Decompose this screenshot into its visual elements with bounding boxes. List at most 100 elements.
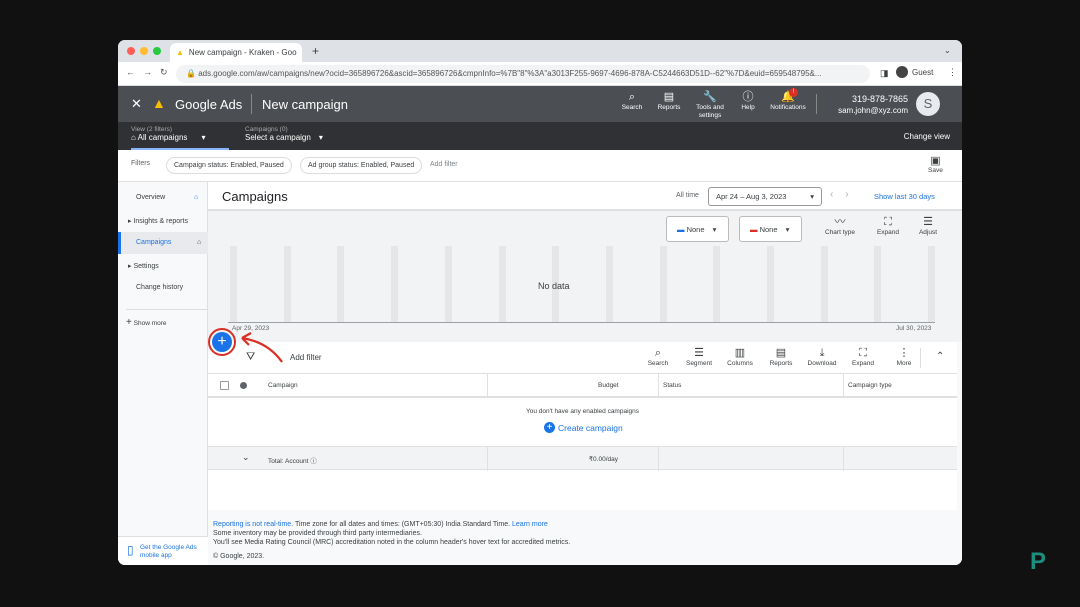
browser-menu-icon[interactable]: ⋮ [948,67,957,78]
save-button[interactable]: ▣ Save [928,154,943,174]
help-button[interactable]: ⓘ Help [728,90,768,112]
avatar[interactable]: S [916,92,940,116]
column-header-campaign[interactable]: Campaign [268,382,298,389]
table-toolbar: ⛛ Add filter ⌕ Search ☰ Segment ▥ Columns ▤ Rep… [208,342,957,374]
table-search-button[interactable]: ⌕ Search [638,346,678,367]
expand-chevron-icon[interactable]: ⌄ [242,452,250,463]
search-button[interactable]: ⌕ Search [612,90,652,112]
tools-settings-button[interactable]: 🔧 Tools and settings [690,90,730,120]
change-view-button[interactable]: Change view [904,132,950,141]
address-bar-row: ←→↻ 🔒 ads.google.com/aw/campaigns/new?oc… [118,62,962,86]
sidebar-item-insights[interactable]: ▸ Insights & reports [118,210,208,232]
dropdown-icon: ▾ [201,133,206,142]
sidebar-toggle-icon[interactable]: ◨ [880,68,889,79]
notifications-button[interactable]: 🔔 Notifications [767,90,809,112]
maximize-window-button[interactable] [153,47,161,55]
notification-badge: ! [789,88,798,97]
chart-type-button[interactable]: 〰 Chart type [820,215,860,236]
column-header-campaign-type[interactable]: Campaign type [848,382,892,389]
chart-gridbar [498,246,506,322]
campaigns-header: Campaigns All time Apr 24 – Aug 3, 2023 ▾… [208,182,962,211]
show-last-30-days-button[interactable]: Show last 30 days [874,192,935,201]
new-campaign-fab[interactable]: + [212,332,232,352]
account-info[interactable]: 319-878-7865 sam.john@xyz.com [818,94,908,116]
tool-label: Columns [727,360,753,367]
nav-buttons[interactable]: ←→↻ [126,67,176,78]
browser-window: ▲ New campaign - Kraken - Goo ✕ + ⌄ ←→↻ … [118,40,962,565]
google-ads-logo-icon: ▲ [152,95,166,111]
sidebar-item-overview[interactable]: Overview ⌂ [118,187,208,209]
expand-icon: ⛶ [884,216,892,228]
chart-gridbar [874,246,882,322]
date-nav-arrows[interactable]: ‹› [830,189,861,200]
chart-gridbar [928,246,936,322]
account-phone: 319-878-7865 [851,94,908,104]
all-time-label: All time [676,192,699,199]
annotation-arrow-icon [241,332,283,363]
view-selector[interactable]: View (2 filters) ⌂ All campaigns ▾ [131,126,221,142]
columns-icon: ▥ [734,347,746,359]
browser-tab[interactable]: ▲ New campaign - Kraken - Goo ✕ [170,43,302,62]
add-filter-button[interactable]: Add filter [430,161,458,168]
select-all-checkbox[interactable] [220,381,229,390]
chart-gridbar [713,246,721,322]
main-content: Campaigns All time Apr 24 – Aug 3, 2023 ▾… [208,182,962,565]
lock-icon: 🔒 [186,69,199,78]
filter-chip-campaign-status[interactable]: Campaign status: Enabled, Paused [166,157,292,174]
tab-list-chevron-icon[interactable]: ⌄ [944,46,951,55]
minimize-window-button[interactable] [140,47,148,55]
table-reports-button[interactable]: ▤ Reports [761,346,801,367]
table-columns-button[interactable]: ▥ Columns [720,346,760,367]
wrench-icon: 🔧 [703,91,717,103]
metric-2-select[interactable]: ▬ None ▾ [739,216,802,242]
close-window-button[interactable] [127,47,135,55]
chart-gridbar [283,246,291,322]
date-range-select[interactable]: Apr 24 – Aug 3, 2023 ▾ [708,187,822,206]
sidebar-item-campaigns[interactable]: Campaigns ⌂ [118,232,208,254]
help-icon: ⓘ [310,458,317,465]
view-bar: View (2 filters) ⌂ All campaigns ▾ Campai… [118,122,962,150]
profile-icon [896,66,908,78]
reports-button[interactable]: ▤ Reports [649,90,689,112]
column-header-status[interactable]: Status [663,382,681,389]
close-icon[interactable]: ✕ [131,96,142,112]
footer: Reporting is not real-time. Time zone fo… [213,520,953,561]
table-segment-button[interactable]: ☰ Segment [679,346,719,367]
divider [251,94,252,114]
tool-label: Expand [851,360,875,367]
create-campaign-link[interactable]: + Create campaign [544,422,623,433]
sidebar-item-change-history[interactable]: Change history [118,277,208,299]
chart-expand-button[interactable]: ⛶ Expand [868,215,908,236]
metric-1-select[interactable]: ▬ None ▾ [666,216,729,242]
campaign-selector[interactable]: Campaigns (0) Select a campaign ▾ [245,126,345,142]
collapse-chevron-icon[interactable]: ⌃ [936,351,944,362]
url-input[interactable]: 🔒 ads.google.com/aw/campaigns/new?ocid=3… [176,65,870,83]
table-more-button[interactable]: ⋮ More [884,346,924,367]
page-heading: Campaigns [222,189,288,204]
mobile-app-promo[interactable]: ▯ Get the Google Ads mobile app [118,536,208,565]
filter-chip-ad-group-status[interactable]: Ad group status: Enabled, Paused [300,157,423,174]
tab-title: New campaign - Kraken - Goo [188,48,297,57]
campaigns-table: ⛛ Add filter ⌕ Search ☰ Segment ▥ Columns ▤ Rep… [208,342,957,510]
reporting-link[interactable]: Reporting is not real-time. [213,521,293,528]
chart-gridbar [820,246,828,322]
profile-button[interactable]: Guest [896,66,933,78]
chart-gridbar [230,246,237,322]
watermark-logo-icon: P [1030,548,1047,575]
show-more-button[interactable]: + Show more [118,310,208,332]
new-tab-button[interactable]: + [312,44,319,58]
adjust-icon: ☰ [923,216,933,228]
chart-gridbar [337,246,345,322]
total-row: ⌄ Total: Account ⓘ ₹0.00/day [208,446,957,471]
add-filter-button[interactable]: Add filter [290,353,322,362]
learn-more-link[interactable]: Learn more [512,521,548,528]
plus-circle-icon: + [544,422,555,433]
chart-adjust-button[interactable]: ☰ Adjust [908,215,948,236]
dropdown-icon: ▾ [810,192,814,201]
help-icon: ⓘ [742,91,754,103]
more-icon: ⋮ [898,347,910,359]
table-download-button[interactable]: ⤓ Download [802,346,842,367]
column-header-budget[interactable]: Budget [598,382,619,389]
table-expand-button[interactable]: ⛶ Expand [843,346,883,367]
sidebar-item-settings[interactable]: ▸ Settings [118,255,208,277]
